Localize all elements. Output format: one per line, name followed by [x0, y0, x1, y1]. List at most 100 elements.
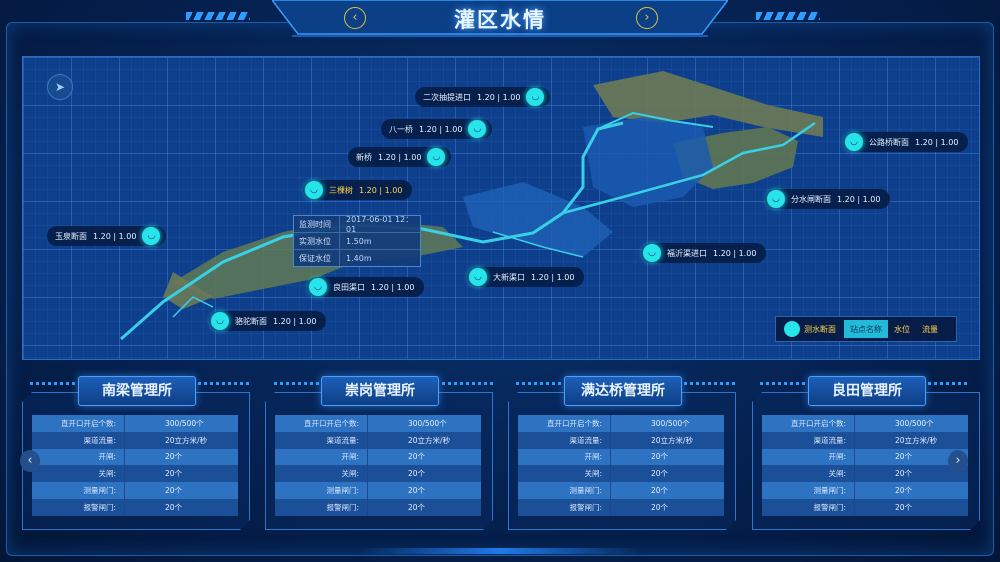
legend-tab-level[interactable]: 水位 — [888, 320, 916, 338]
row-value: 20个 — [367, 448, 481, 466]
gauge-icon: ◡ — [643, 244, 661, 262]
gauge-icon: ◡ — [142, 227, 161, 245]
row-value: 300/500个 — [610, 415, 724, 432]
table-row: 报警闸门: 20个 — [518, 498, 724, 516]
station-value: 1.20 | 1.00 — [93, 231, 137, 241]
row-key: 测量闸门: — [275, 482, 368, 499]
station-yuquan[interactable]: 玉泉断面 1.20 | 1.00 ◡ — [47, 226, 167, 246]
row-value: 20个 — [367, 465, 481, 483]
row-value: 20个 — [610, 498, 724, 516]
legend-name: 测水断面 — [804, 324, 836, 334]
table-row: 开闸: 20个 — [32, 448, 238, 466]
header: ‹ 灌区水情 › — [272, 0, 728, 38]
table-row: 关闸: 20个 — [32, 465, 238, 483]
table-row: 报警闸门: 20个 — [762, 498, 968, 516]
gauge-icon: ◡ — [767, 190, 785, 208]
table-row: 直开口开启个数: 300/500个 — [32, 415, 238, 432]
station-erci[interactable]: 二次抽提进口 1.20 | 1.00 ◡ — [415, 87, 551, 107]
table-row: 开闸: 20个 — [518, 448, 724, 466]
station-value: 1.20 | 1.00 — [531, 272, 575, 282]
header-stripes-right — [756, 12, 820, 20]
irrigation-map[interactable]: ➤ 二次抽提进口 1.20 | 1.00 ◡ 八一桥 1.20 | 1.00 ◡ 新桥 1… — [22, 56, 980, 360]
station-popup: 监测时间 2017-06-01 12：01 实测水位 1.50m 保证水位 1.40m — [293, 215, 421, 267]
popup-key: 监测时间 — [299, 219, 331, 229]
station-bayi[interactable]: 八一桥 1.20 | 1.00 ◡ — [381, 119, 493, 139]
station-value: 1.20 | 1.00 — [273, 316, 317, 326]
table-row: 报警闸门: 20个 — [32, 498, 238, 516]
station-liangtian[interactable]: ◡ 良田渠口 1.20 | 1.00 — [307, 277, 425, 297]
row-value: 20个 — [854, 482, 968, 499]
station-fenshuizha[interactable]: ◡ 分水闸断面 1.20 | 1.00 — [765, 189, 891, 209]
page-title: 灌区水情 — [454, 8, 546, 32]
station-label: 新桥 — [356, 152, 372, 162]
station-sankeshu[interactable]: ◡ 三棵树 1.20 | 1.00 — [303, 180, 413, 200]
map-legend: 测水断面 站点名称 水位 流量 — [775, 316, 957, 342]
row-value: 20个 — [610, 465, 724, 483]
row-value: 20个 — [124, 465, 238, 483]
panel-table: 直开口开启个数: 300/500个 渠道流量: 20立方米/秒 开闸: 20个 关闸:… — [275, 415, 481, 516]
legend-tab-station[interactable]: 站点名称 — [844, 320, 888, 338]
station-value: 1.20 | 1.00 — [713, 248, 757, 258]
station-label: 玉泉断面 — [55, 231, 87, 241]
station-fuqian[interactable]: ◡ 福沂渠进口 1.20 | 1.00 — [641, 243, 767, 263]
row-value: 20立方米/秒 — [367, 431, 481, 449]
table-row: 测量闸门: 20个 — [762, 482, 968, 499]
row-value: 20个 — [124, 498, 238, 516]
popup-value: 2017-06-01 12：01 — [339, 215, 420, 234]
row-value: 20个 — [610, 448, 724, 466]
row-key: 测量闸门: — [32, 482, 125, 499]
next-button[interactable]: › — [636, 7, 658, 29]
station-gonglu[interactable]: ◡ 公路桥断面 1.20 | 1.00 — [843, 132, 969, 152]
table-row: 关闸: 20个 — [275, 465, 481, 483]
row-key: 直开口开启个数: — [518, 415, 611, 432]
panel-title[interactable]: 南梁管理所 — [78, 376, 196, 406]
station-value: 1.20 | 1.00 — [371, 282, 415, 292]
station-dashui[interactable]: ◡ 大新渠口 1.20 | 1.00 — [467, 267, 585, 287]
bottom-glow — [360, 548, 640, 554]
panels-next-button[interactable]: › — [948, 450, 968, 472]
gauge-icon: ◡ — [468, 120, 487, 138]
panel-title[interactable]: 崇岗管理所 — [321, 376, 439, 406]
row-value: 20立方米/秒 — [124, 431, 238, 449]
row-value: 300/500个 — [124, 415, 238, 432]
row-key: 直开口开启个数: — [275, 415, 368, 432]
row-key: 直开口开启个数: — [762, 415, 855, 432]
row-value: 300/500个 — [854, 415, 968, 432]
gauge-icon: ◡ — [469, 268, 487, 286]
gauge-icon: ◡ — [309, 278, 327, 296]
popup-row: 实测水位 1.50m — [294, 233, 420, 250]
station-panel: 良田管理所 直开口开启个数: 300/500个 渠道流量: 20立方米/秒 开闸: 2… — [752, 376, 980, 530]
row-key: 直开口开启个数: — [32, 415, 125, 432]
station-value: 1.20 | 1.00 — [359, 185, 403, 195]
panel-title[interactable]: 满达桥管理所 — [564, 376, 682, 406]
station-xinqiao[interactable]: 新桥 1.20 | 1.00 ◡ — [348, 147, 452, 167]
row-key: 关闸: — [32, 465, 125, 483]
station-label: 八一桥 — [389, 124, 413, 134]
row-key: 关闸: — [275, 465, 368, 483]
row-key: 开闸: — [762, 448, 855, 466]
table-row: 测量闸门: 20个 — [275, 482, 481, 499]
station-label: 大新渠口 — [493, 272, 525, 282]
panel-title[interactable]: 良田管理所 — [808, 376, 926, 406]
table-row: 报警闸门: 20个 — [275, 498, 481, 516]
row-key: 开闸: — [275, 448, 368, 466]
popup-value: 1.50m — [339, 233, 420, 249]
row-value: 300/500个 — [367, 415, 481, 432]
station-label: 福沂渠进口 — [667, 248, 707, 258]
station-luotuo[interactable]: ◡ 骆驼断面 1.20 | 1.00 — [209, 311, 327, 331]
station-value: 1.20 | 1.00 — [837, 194, 881, 204]
table-row: 直开口开启个数: 300/500个 — [275, 415, 481, 432]
gauge-icon: ◡ — [526, 88, 545, 106]
station-panel: 满达桥管理所 直开口开启个数: 300/500个 渠道流量: 20立方米/秒 开闸:… — [508, 376, 736, 530]
gauge-icon: ◡ — [305, 181, 323, 199]
legend-tab-flow[interactable]: 流量 — [916, 320, 944, 338]
row-key: 渠道流量: — [32, 431, 125, 449]
row-key: 报警闸门: — [518, 498, 611, 516]
row-key: 渠道流量: — [762, 431, 855, 449]
row-value: 20个 — [367, 498, 481, 516]
station-value: 1.20 | 1.00 — [477, 92, 521, 102]
popup-key: 实测水位 — [299, 236, 331, 246]
panels-prev-button[interactable]: ‹ — [20, 450, 40, 472]
station-label: 二次抽提进口 — [423, 92, 471, 102]
panel-table: 直开口开启个数: 300/500个 渠道流量: 20立方米/秒 开闸: 20个 关闸:… — [32, 415, 238, 516]
